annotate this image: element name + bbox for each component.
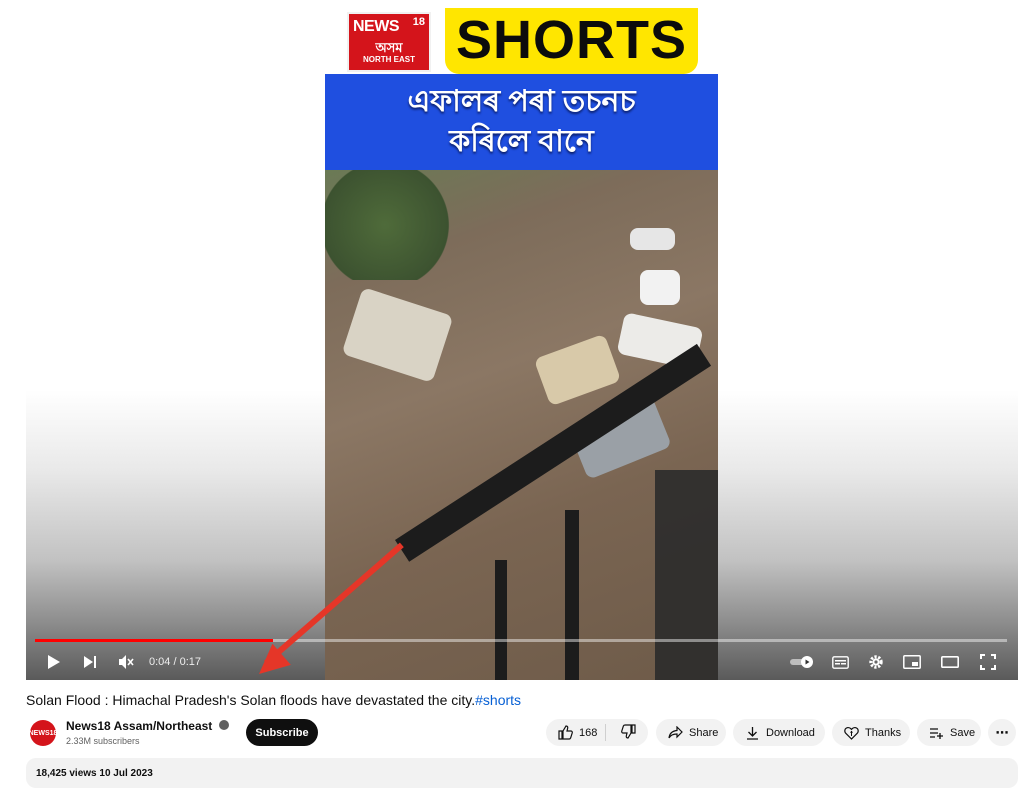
logo-subregion: NORTH EAST <box>363 55 415 64</box>
like-count: 168 <box>579 726 598 739</box>
news18-logo: NEWS 18 অসম NORTH EAST <box>347 12 431 72</box>
subscriber-count: 2.33M subscribers <box>66 736 140 746</box>
thanks-button[interactable]: Thanks <box>832 719 910 746</box>
flood-scene <box>325 170 718 680</box>
view-count-date: 18,425 views 10 Jul 2023 <box>36 768 153 779</box>
save-button[interactable]: Save <box>917 719 981 746</box>
thanks-label: Thanks <box>865 726 902 739</box>
headline-band: এফালৰ পৰা তচনচ কৰিলে বানে <box>325 74 718 170</box>
miniplayer-icon[interactable] <box>898 644 926 680</box>
logo-brand: NEWS <box>353 18 400 35</box>
car-vehicle <box>630 228 675 250</box>
hashtag-link[interactable]: #shorts <box>475 692 521 708</box>
subtitles-icon[interactable] <box>826 644 854 680</box>
video-title: Solan Flood : Himachal Pradesh's Solan f… <box>26 690 521 710</box>
more-actions-button[interactable]: ⋯ <box>988 719 1016 746</box>
more-icon: ⋯ <box>995 724 1009 740</box>
car-vehicle <box>341 287 454 383</box>
share-label: Share <box>689 726 719 739</box>
download-label: Download <box>766 726 815 739</box>
progress-bar[interactable] <box>35 639 1007 642</box>
video-frame[interactable]: NEWS 18 অসম NORTH EAST SHORTS এফালৰ পৰা … <box>325 8 718 680</box>
progress-fill <box>35 639 274 642</box>
headline-line-1: এফালৰ পৰা তচনচ <box>407 85 636 118</box>
video-banner: NEWS 18 অসম NORTH EAST SHORTS <box>325 8 718 74</box>
car-vehicle <box>533 333 622 407</box>
verified-icon <box>219 720 229 730</box>
thanks-heart-icon <box>843 725 859 741</box>
save-label: Save <box>950 726 976 739</box>
car-vehicle <box>640 270 680 305</box>
fullscreen-icon[interactable] <box>974 644 1002 680</box>
dislike-button[interactable] <box>608 719 648 746</box>
play-icon[interactable] <box>40 644 68 680</box>
download-icon <box>744 725 760 741</box>
headline-line-2: কৰিলে বানে <box>449 125 594 158</box>
share-icon <box>667 725 683 741</box>
thumbs-up-icon <box>557 725 573 741</box>
video-title-text: Solan Flood : Himachal Pradesh's Solan f… <box>26 692 476 708</box>
channel-name[interactable]: News18 Assam/Northeast <box>66 719 212 733</box>
download-button[interactable]: Download <box>733 719 825 746</box>
shorts-badge: SHORTS <box>445 8 698 74</box>
share-button[interactable]: Share <box>656 719 726 746</box>
tree-foliage <box>325 170 475 280</box>
mute-icon[interactable] <box>112 644 140 680</box>
logo-number: 18 <box>412 16 425 28</box>
next-icon[interactable] <box>76 644 104 680</box>
channel-avatar[interactable]: NEWS18 <box>29 720 57 746</box>
like-dislike-group: 168 <box>546 719 648 746</box>
theater-icon[interactable] <box>936 644 964 680</box>
time-display: 0:04 / 0:17 <box>149 656 201 668</box>
autoplay-toggle-icon[interactable] <box>788 644 818 680</box>
add-to-playlist-icon <box>928 725 944 741</box>
subscribe-button[interactable]: Subscribe <box>246 719 318 746</box>
owner-row: NEWS18 News18 Assam/Northeast 2.33M subs… <box>26 716 1018 750</box>
divider <box>605 724 606 741</box>
description-box[interactable]: 18,425 views 10 Jul 2023 <box>26 758 1018 788</box>
settings-icon[interactable] <box>862 644 890 680</box>
thumbs-down-icon <box>620 723 636 742</box>
video-player[interactable]: NEWS 18 অসম NORTH EAST SHORTS এফালৰ পৰা … <box>26 0 1018 680</box>
player-controls: 0:04 / 0:17 <box>26 644 1018 680</box>
